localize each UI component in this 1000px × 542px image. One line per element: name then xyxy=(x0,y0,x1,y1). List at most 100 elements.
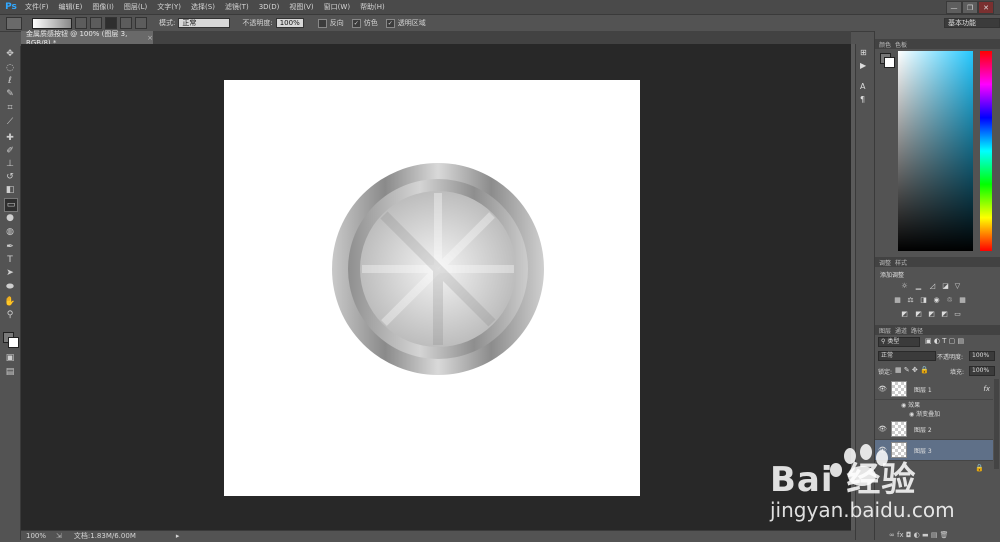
shape-tool-icon[interactable]: ⬬ xyxy=(4,281,16,293)
color-lookup-icon[interactable]: ▦ xyxy=(958,296,967,304)
invert-icon[interactable]: ◩ xyxy=(900,310,909,318)
marquee-tool-icon[interactable]: ◌ xyxy=(4,62,16,74)
close-tab-icon[interactable]: × xyxy=(147,34,153,42)
color-field[interactable] xyxy=(898,51,973,251)
menu-window[interactable]: 窗口(W) xyxy=(319,0,355,14)
tab-styles[interactable]: 样式 xyxy=(895,258,907,267)
brightness-icon[interactable]: ☼ xyxy=(900,282,909,290)
transparency-checkbox[interactable]: ✓ xyxy=(385,18,395,28)
eraser-tool-icon[interactable]: ◧ xyxy=(4,184,16,196)
status-export-icon[interactable]: ⇲ xyxy=(56,532,62,540)
fill-input[interactable]: 100% xyxy=(969,366,995,376)
close-button[interactable]: ✕ xyxy=(978,1,994,14)
pen-tool-icon[interactable]: ✒ xyxy=(4,241,16,253)
menu-file[interactable]: 文件(F) xyxy=(20,0,54,14)
menu-view[interactable]: 视图(V) xyxy=(284,0,318,14)
layer-row-2[interactable]: 👁 图层 2 xyxy=(875,419,993,440)
reverse-checkbox[interactable] xyxy=(317,18,327,28)
menu-layer[interactable]: 图层(L) xyxy=(119,0,152,14)
tab-paths[interactable]: 路径 xyxy=(911,326,923,335)
posterize-icon[interactable]: ◩ xyxy=(914,310,923,318)
paragraph-panel-icon[interactable]: ¶ xyxy=(860,95,865,104)
dither-checkbox[interactable]: ✓ xyxy=(351,18,361,28)
screen-mode-icon[interactable]: ▤ xyxy=(4,366,16,378)
menu-help[interactable]: 帮助(H) xyxy=(355,0,390,14)
dodge-tool-icon[interactable]: ◍ xyxy=(4,226,16,238)
layer-kind-filter[interactable]: ⚲ 类型 xyxy=(878,337,920,347)
selective-color-icon[interactable]: ◩ xyxy=(940,310,949,318)
layer-effects-row[interactable]: ◉ 效果 xyxy=(901,400,920,409)
angle-gradient-button[interactable] xyxy=(105,17,117,29)
tab-channels[interactable]: 通道 xyxy=(895,326,907,335)
stamp-tool-icon[interactable]: ⊥ xyxy=(4,158,16,170)
reflected-gradient-button[interactable] xyxy=(120,17,132,29)
visibility-eye-icon[interactable]: 👁 xyxy=(878,425,887,433)
photo-filter-icon[interactable]: ◉ xyxy=(932,296,941,304)
menu-filter[interactable]: 滤镜(T) xyxy=(220,0,254,14)
zoom-tool-icon[interactable]: ⚲ xyxy=(4,309,16,321)
menu-edit[interactable]: 编辑(E) xyxy=(54,0,88,14)
opacity-input[interactable]: 100% xyxy=(275,18,304,28)
history-panel-icon[interactable]: ⊞ xyxy=(860,48,867,57)
levels-icon[interactable]: ▁ xyxy=(914,282,923,290)
history-brush-tool-icon[interactable]: ↺ xyxy=(4,171,16,183)
radial-gradient-button[interactable] xyxy=(90,17,102,29)
quick-mask-icon[interactable]: ▣ xyxy=(4,352,16,364)
eyedropper-tool-icon[interactable]: ⟋ xyxy=(4,116,16,128)
type-tool-icon[interactable]: T xyxy=(4,254,16,266)
color-background-swatch[interactable] xyxy=(884,57,895,68)
diamond-gradient-button[interactable] xyxy=(135,17,147,29)
brush-tool-icon[interactable]: ✐ xyxy=(4,145,16,157)
gradient-overlay-effect-row[interactable]: ◉ 渐变叠加 xyxy=(909,409,940,418)
menu-select[interactable]: 选择(S) xyxy=(186,0,220,14)
blur-tool-icon[interactable]: ● xyxy=(4,212,16,224)
color-balance-icon[interactable]: ⚖ xyxy=(906,296,915,304)
tool-preset-picker[interactable] xyxy=(6,16,22,30)
layers-opacity-input[interactable]: 100% xyxy=(969,351,995,361)
linear-gradient-button[interactable] xyxy=(75,17,87,29)
vibrance-icon[interactable]: ▽ xyxy=(953,282,962,290)
effect-eye-icon[interactable]: ◉ xyxy=(901,402,906,409)
blend-mode-select[interactable]: 正常 xyxy=(878,351,936,361)
tab-layers[interactable]: 图层 xyxy=(879,326,891,335)
status-menu-arrow-icon[interactable]: ▸ xyxy=(176,532,180,540)
healing-brush-tool-icon[interactable]: ✚ xyxy=(4,132,16,144)
tab-swatches[interactable]: 色板 xyxy=(895,40,907,49)
tab-color[interactable]: 颜色 xyxy=(879,40,891,49)
hand-tool-icon[interactable]: ✋ xyxy=(4,296,16,308)
path-select-tool-icon[interactable]: ➤ xyxy=(4,267,16,279)
lock-icons[interactable]: ▦ ✎ ✥ 🔒 xyxy=(895,366,929,374)
black-white-icon[interactable]: ◨ xyxy=(919,296,928,304)
crop-tool-icon[interactable]: ⌗ xyxy=(4,102,16,114)
gradient-map-icon[interactable]: ▭ xyxy=(953,310,962,318)
minimize-button[interactable]: — xyxy=(946,1,962,14)
hue-saturation-icon[interactable]: ▦ xyxy=(893,296,902,304)
gradient-tool-icon[interactable]: ▭ xyxy=(4,198,18,212)
menu-type[interactable]: 文字(Y) xyxy=(152,0,186,14)
quick-select-tool-icon[interactable]: ✎ xyxy=(4,88,16,100)
menu-3d[interactable]: 3D(D) xyxy=(254,0,285,14)
hue-slider[interactable] xyxy=(980,51,992,251)
background-color-swatch[interactable] xyxy=(8,337,19,348)
workspace-select[interactable]: 基本功能 xyxy=(944,18,1000,28)
tab-adjustments[interactable]: 调整 xyxy=(879,258,891,267)
gradient-swatch[interactable] xyxy=(32,17,72,29)
threshold-icon[interactable]: ◩ xyxy=(927,310,936,318)
layer-filter-icons[interactable]: ▣ ◐ T ▢ ▤ xyxy=(925,337,964,345)
move-tool-icon[interactable]: ✥ xyxy=(4,48,16,60)
document-canvas[interactable] xyxy=(224,80,640,496)
actions-panel-icon[interactable]: ▶ xyxy=(860,61,866,70)
document-tab[interactable]: 金属质感按钮 @ 100% (图层 3, RGB/8) * × xyxy=(21,30,153,47)
character-panel-icon[interactable]: A xyxy=(860,82,865,91)
restore-button[interactable]: ❐ xyxy=(962,1,978,14)
effect-eye-icon[interactable]: ◉ xyxy=(909,411,914,418)
menu-image[interactable]: 图像(I) xyxy=(87,0,119,14)
visibility-eye-icon[interactable]: 👁 xyxy=(878,385,887,393)
layer-row-1[interactable]: 👁 图层 1 fx xyxy=(875,379,993,400)
channel-mixer-icon[interactable]: ♲ xyxy=(945,296,954,304)
curves-icon[interactable]: ◿ xyxy=(928,282,937,290)
mode-select[interactable]: 正常 xyxy=(178,18,231,28)
layer-fx-badge[interactable]: fx xyxy=(983,385,990,393)
lasso-tool-icon[interactable]: ℓ xyxy=(4,75,16,87)
exposure-icon[interactable]: ◪ xyxy=(941,282,950,290)
